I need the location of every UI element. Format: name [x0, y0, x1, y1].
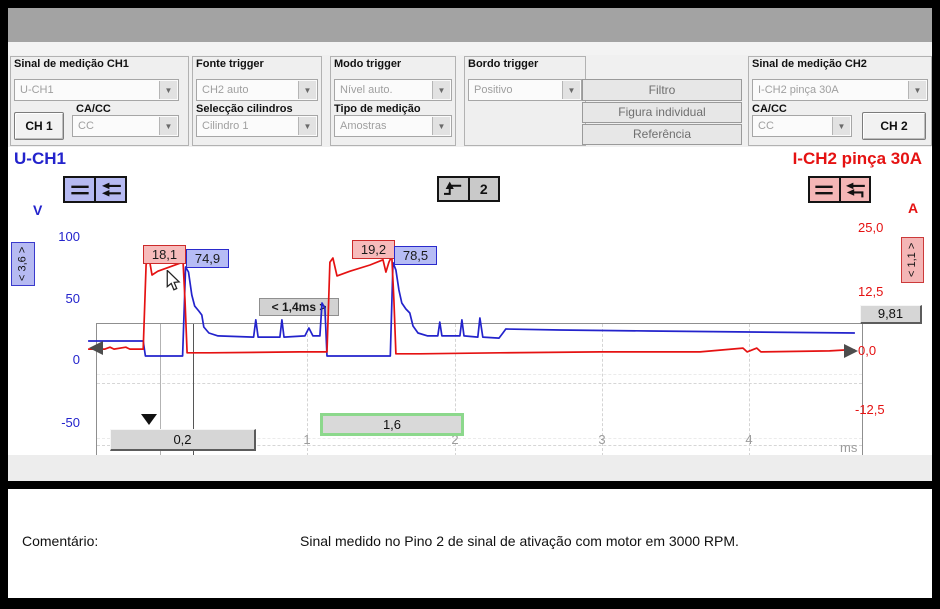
trigger-source-dropdown[interactable]: CH2 auto▼: [196, 79, 318, 101]
ch1-cacc-label: CA/CC: [76, 103, 111, 115]
ch1-offset-lines-icon[interactable]: [65, 178, 94, 201]
filtro-button[interactable]: Filtro: [582, 79, 742, 101]
left-tick-0: 0: [46, 352, 80, 367]
trigger-time-marker[interactable]: [141, 414, 157, 425]
x-tick-3: 3: [591, 432, 613, 447]
ch1-trace-title: U-CH1: [14, 149, 66, 169]
ch2-peak2-label: 19,2: [352, 240, 395, 259]
ch1-scale-badge[interactable]: < 3,6 >: [11, 242, 35, 286]
right-tick-25: 25,0: [858, 220, 883, 235]
ch1-scroll-left-icon[interactable]: [94, 178, 125, 201]
left-axis-unit: V: [33, 202, 42, 218]
trigger-rising-edge-icon[interactable]: [439, 178, 468, 200]
right-tick-12: 12,5: [858, 284, 883, 299]
ch2-value-readout[interactable]: 9,81: [860, 305, 922, 324]
waveform-canvas[interactable]: [88, 176, 855, 424]
trigger-edge-dropdown[interactable]: Positivo▼: [468, 79, 582, 101]
scope-chart-area: U-CH1 < 1,4ms > I-CH2 pinça 30A: [8, 147, 932, 455]
ch1-peak1-label: 74,9: [186, 249, 229, 268]
section-divider: [8, 481, 932, 489]
measure-type-label: Tipo de medição: [334, 103, 421, 115]
trigger-mode-label: Modo trigger: [334, 58, 401, 70]
chevron-down-icon[interactable]: ▼: [159, 117, 177, 135]
comment-label: Comentário:: [22, 533, 98, 549]
pan-left-arrow[interactable]: [89, 341, 103, 355]
comment-section: Comentário: Sinal medido no Pino 2 de si…: [8, 489, 932, 598]
ch1-button[interactable]: CH 1: [14, 112, 64, 140]
chevron-down-icon[interactable]: ▼: [159, 81, 177, 99]
figura-individual-button[interactable]: Figura individual: [582, 102, 742, 123]
ch2-signal-dropdown[interactable]: I-CH2 pinça 30A▼: [752, 79, 928, 101]
trigger-settings-control[interactable]: 2: [437, 176, 500, 202]
ch1-scale-scroll-control[interactable]: [63, 176, 127, 203]
trigger-channel-badge[interactable]: 2: [468, 178, 499, 200]
measure-type-dropdown[interactable]: Amostras▼: [334, 115, 452, 137]
ch2-signal-label: Sinal de medição CH2: [752, 58, 867, 70]
chevron-down-icon[interactable]: ▼: [432, 81, 450, 99]
ch2-button[interactable]: CH 2: [862, 112, 926, 140]
ch2-return-arrow-icon[interactable]: [839, 178, 870, 201]
chevron-down-icon[interactable]: ▼: [562, 81, 580, 99]
ch2-scale-badge[interactable]: < 1,1 >: [901, 237, 924, 283]
toolbar: Sinal de medição CH1 U-CH1▼ CA/CC CH 1 C…: [8, 55, 932, 147]
ch1-peak2-label: 78,5: [394, 246, 437, 265]
mouse-cursor-icon: [166, 270, 181, 292]
x-tick-1: 1: [296, 432, 318, 447]
trigger-source-label: Fonte trigger: [196, 58, 264, 70]
cylinder-select-dropdown[interactable]: Cilindro 1▼: [196, 115, 318, 137]
cursor-time-badge[interactable]: 1,6: [320, 413, 464, 436]
chevron-down-icon[interactable]: ▼: [432, 117, 450, 135]
comment-text: Sinal medido no Pino 2 de sinal de ativa…: [300, 533, 739, 549]
ch2-peak1-label: 18,1: [143, 245, 186, 264]
ch1-cacc-dropdown[interactable]: CC▼: [72, 115, 179, 137]
left-tick-50: 50: [46, 291, 80, 306]
right-tick-0: 0,0: [858, 343, 876, 358]
app-window: Sinal de medição CH1 U-CH1▼ CA/CC CH 1 C…: [0, 0, 940, 609]
menu-strip: [8, 42, 932, 56]
x-axis-unit: ms: [840, 440, 857, 455]
x-tick-4: 4: [738, 432, 760, 447]
window-titlebar: [8, 8, 932, 42]
ch2-offset-lines-icon[interactable]: [810, 178, 839, 201]
ch1-signal-label: Sinal de medição CH1: [14, 58, 129, 70]
chevron-down-icon[interactable]: ▼: [298, 81, 316, 99]
trace-I-CH2 pinça 30A: [88, 256, 855, 354]
chart-footer-strip: [8, 455, 932, 481]
pan-right-arrow[interactable]: [844, 344, 858, 358]
referencia-button[interactable]: Referência: [582, 124, 742, 145]
right-tick-neg12: -12,5: [855, 402, 885, 417]
chevron-down-icon[interactable]: ▼: [298, 117, 316, 135]
trigger-mode-dropdown[interactable]: Nível auto.▼: [334, 79, 452, 101]
time-offset-badge[interactable]: 0,2: [110, 429, 256, 451]
ch2-cacc-label: CA/CC: [752, 103, 787, 115]
ch1-signal-dropdown[interactable]: U-CH1▼: [14, 79, 179, 101]
chevron-down-icon[interactable]: ▼: [832, 117, 850, 135]
cylinder-select-label: Selecção cilindros: [196, 103, 293, 115]
right-axis-unit: A: [908, 200, 918, 216]
left-tick-neg50: -50: [46, 415, 80, 430]
trigger-edge-label: Bordo trigger: [468, 58, 538, 70]
chevron-down-icon[interactable]: ▼: [908, 81, 926, 99]
ch2-trace-title: I-CH2 pinça 30A: [793, 149, 922, 169]
ch2-scale-scroll-control[interactable]: [808, 176, 871, 203]
ch2-cacc-dropdown[interactable]: CC▼: [752, 115, 852, 137]
trace-U-CH1: [88, 263, 855, 356]
left-tick-100: 100: [46, 229, 80, 244]
